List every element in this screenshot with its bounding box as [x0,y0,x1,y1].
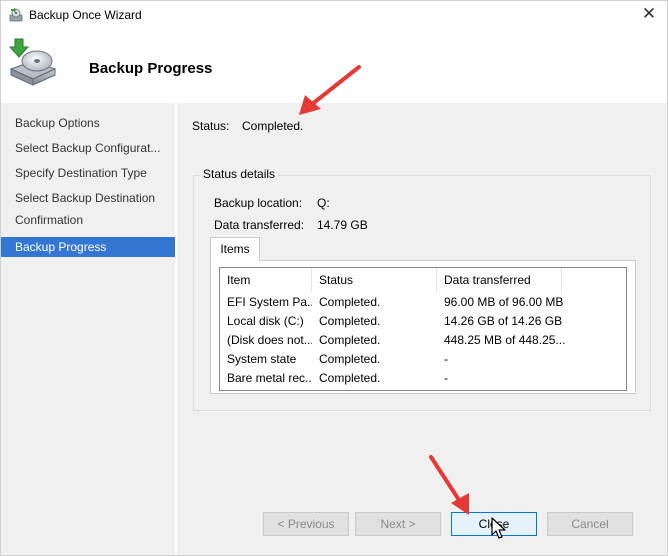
row-data-transferred: 14.26 GB of 14.26 GB [444,314,563,328]
status-label: Status: [192,119,230,133]
tab-items[interactable]: Items [210,237,260,261]
backup-location-value: Q: [317,196,330,210]
row-data-transferred: - [444,371,448,385]
sidebar-item-specify-destination-type[interactable]: Specify Destination Type [1,163,175,183]
wizard-steps-sidebar: Backup Options Select Backup Configurat.… [1,103,175,555]
column-header-status[interactable]: Status [312,268,437,292]
row-status: Completed. [319,333,381,347]
data-transferred-value: 14.79 GB [317,218,368,232]
row-status: Completed. [319,371,381,385]
row-data-transferred: - [444,352,448,366]
row-status: Completed. [319,314,381,328]
close-button[interactable]: Close [451,512,537,536]
sidebar-item-select-backup-destination[interactable]: Select Backup Destination [1,188,175,208]
window-title: Backup Once Wizard [29,8,142,22]
status-value: Completed. [242,119,304,133]
table-row[interactable]: (Disk does not... Completed. 448.25 MB o… [220,331,626,350]
data-transferred-label: Data transferred: [214,218,305,232]
title-bar: Backup Once Wizard ✕ [1,1,667,29]
row-item-name: (Disk does not... [227,333,312,347]
sidebar-item-confirmation[interactable]: Confirmation [1,210,175,230]
wizard-app-icon [9,7,23,22]
column-header-item[interactable]: Item [220,268,312,292]
items-list-header: Item Status Data transferred [220,268,626,292]
previous-button[interactable]: < Previous [263,512,349,536]
column-header-data-transferred[interactable]: Data transferred [437,268,562,292]
row-item-name: System state [227,352,297,366]
row-item-name: Bare metal rec... [227,371,312,385]
row-data-transferred: 96.00 MB of 96.00 MB [444,295,564,309]
wizard-footer: < Previous Next > Close Cancel [177,493,667,555]
row-status: Completed. [319,295,381,309]
backup-disk-icon [8,38,57,86]
backup-once-wizard-window: Backup Once Wizard ✕ Backup Progress Bac… [0,0,668,556]
cancel-button[interactable]: Cancel [547,512,633,536]
table-row[interactable]: EFI System Pa... Completed. 96.00 MB of … [220,293,626,312]
table-row[interactable]: Local disk (C:) Completed. 14.26 GB of 1… [220,312,626,331]
close-window-icon[interactable]: ✕ [639,4,659,24]
row-item-name: EFI System Pa... [227,295,312,309]
sidebar-item-backup-options[interactable]: Backup Options [1,113,175,133]
items-tab-panel: Item Status Data transferred EFI System … [210,260,636,394]
next-button[interactable]: Next > [355,512,441,536]
status-details-group: Status details Backup location: Q: Data … [193,167,651,411]
row-data-transferred: 448.25 MB of 448.25... [444,333,566,347]
row-status: Completed. [319,352,381,366]
main-content-panel: Status: Completed. Status details Backup… [177,103,667,493]
backup-location-label: Backup location: [214,196,303,210]
items-list-view[interactable]: Item Status Data transferred EFI System … [219,267,627,391]
row-item-name: Local disk (C:) [227,314,304,328]
sidebar-item-select-backup-configuration[interactable]: Select Backup Configurat... [1,138,175,158]
table-row[interactable]: Bare metal rec... Completed. - [220,369,626,388]
wizard-header: Backup Progress [1,29,667,103]
sidebar-item-backup-progress[interactable]: Backup Progress [1,237,175,257]
table-row[interactable]: System state Completed. - [220,350,626,369]
status-details-legend: Status details [200,167,279,181]
page-title: Backup Progress [89,60,213,77]
